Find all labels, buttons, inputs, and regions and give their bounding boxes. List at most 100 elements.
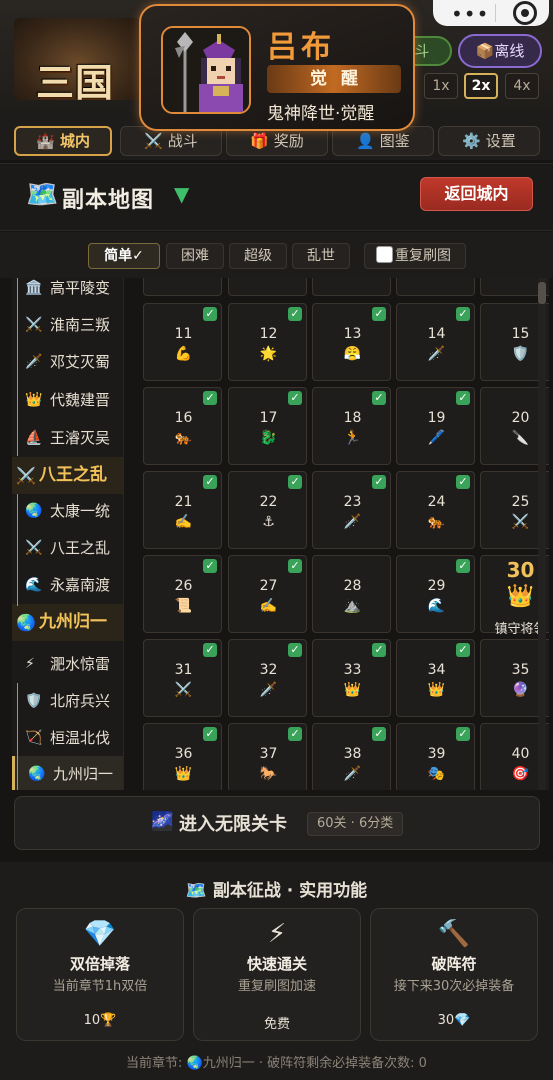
- chapter-icon: 🌏: [16, 613, 36, 632]
- speed-4x-button[interactable]: 4x: [505, 73, 539, 99]
- stage-cell[interactable]: 36 👑 ✓: [143, 723, 222, 790]
- miniprogram-capsule: •••: [433, 0, 549, 26]
- difficulty-super[interactable]: 超级: [229, 243, 287, 269]
- repeat-checkbox[interactable]: [376, 246, 393, 263]
- stage-cell[interactable]: 11 💪 ✓: [143, 303, 222, 381]
- stage-cell[interactable]: 27 ✍️ ✓: [228, 555, 307, 633]
- sidebar-chapter-item[interactable]: 🌏 太康一统: [12, 493, 123, 530]
- stage-cell[interactable]: 14 🗡️ ✓: [396, 303, 475, 381]
- grid-scroll-thumb[interactable]: [538, 282, 546, 304]
- more-icon[interactable]: •••: [451, 2, 489, 26]
- stage-cell[interactable]: 26 📜 ✓: [143, 555, 222, 633]
- chevron-down-icon[interactable]: ▼: [174, 182, 189, 206]
- stage-icon: 📜: [174, 598, 193, 614]
- tab-city[interactable]: 🏰 城内: [14, 126, 112, 156]
- stage-cell[interactable]: 21 ✍️ ✓: [143, 471, 222, 549]
- stage-icon: 🐉: [259, 430, 278, 446]
- difficulty-chaos[interactable]: 乱世: [292, 243, 350, 269]
- stage-cell[interactable]: 22 ⚓ ✓: [228, 471, 307, 549]
- endless-mode-button[interactable]: 🌌 进入无限关卡 60关 · 6分类: [14, 796, 540, 850]
- speed-1x-button[interactable]: 1x: [424, 73, 458, 99]
- hero-profile-card[interactable]: 吕布 觉醒 鬼神降世·觉醒: [139, 4, 415, 131]
- stage-number: 33: [343, 662, 362, 678]
- stage-number: 38: [343, 746, 362, 762]
- stage-grid: 11 💪 ✓ 12 🌟 ✓ 13 😤 ✓ 14 🗡️ ✓ 15 🛡️ 16 🐅 ✓ 17 🐉 ✓ 18 🏃 ✓ 19 🖊️ ✓ 20…: [124, 278, 549, 790]
- chapter-icon: 🌏: [25, 503, 43, 519]
- chapter-label: 永嘉南渡: [50, 576, 111, 594]
- chapter-icon: 🌊: [25, 577, 43, 593]
- stage-cell[interactable]: 31 ⚔️ ✓: [143, 639, 222, 717]
- sidebar-chapter-item[interactable]: 🛡️ 北府兵兴: [12, 683, 123, 720]
- quick-clear-card[interactable]: ⚡ 快速通关 重复刷图加速 免费: [193, 908, 361, 1041]
- tab-rewards-label: 奖励: [273, 132, 304, 150]
- offline-button[interactable]: 📦离线: [458, 34, 542, 68]
- stage-cell[interactable]: 24 🐅 ✓: [396, 471, 475, 549]
- sidebar-chapter-item[interactable]: 👑 代魏建晋: [12, 382, 123, 419]
- sidebar-chapter-item[interactable]: ⚔️ 八王之乱: [12, 530, 123, 567]
- double-drop-card[interactable]: 💎 双倍掉落 当前章节1h双倍 10🏆: [16, 908, 184, 1041]
- stage-number: 21: [174, 494, 193, 510]
- stage-icon: 🐎: [259, 766, 278, 782]
- sidebar-group-header[interactable]: 🌏 九州归一: [12, 604, 123, 641]
- sidebar-chapter-item[interactable]: 🏹 桓温北伐: [12, 720, 123, 757]
- chapter-label: 淝水惊雷: [50, 655, 111, 673]
- back-to-city-button[interactable]: 返回城内: [420, 177, 533, 211]
- stage-cell[interactable]: 28 ⛰️: [312, 555, 391, 633]
- sidebar-chapter-item[interactable]: ⚔️ 淮南三叛: [12, 307, 123, 344]
- stage-cell[interactable]: 38 🗡️ ✓: [312, 723, 391, 790]
- stage-icon: ✍️: [259, 598, 278, 614]
- stage-cell-partial[interactable]: [312, 278, 391, 296]
- stage-number: 11: [174, 326, 193, 342]
- stage-cell[interactable]: 23 🗡️ ✓: [312, 471, 391, 549]
- stage-cell-partial[interactable]: [143, 278, 222, 296]
- sidebar-chapter-item[interactable]: 🌏 九州归一: [12, 756, 123, 790]
- chapter-label: 八王之乱: [39, 465, 107, 485]
- sidebar-chapter-item[interactable]: 🗡️ 邓艾灭蜀: [12, 344, 123, 381]
- lubu-portrait-icon: [163, 28, 249, 112]
- gift-icon: 🎁: [250, 132, 269, 150]
- close-circle-icon[interactable]: [513, 1, 537, 25]
- sidebar-chapter-item[interactable]: 🏛️ 高平陵变: [12, 278, 123, 307]
- check-icon: ✓: [288, 391, 302, 405]
- stage-cell-partial[interactable]: [396, 278, 475, 296]
- sidebar-chapter-item[interactable]: ⚡ 淝水惊雷: [12, 646, 123, 683]
- stage-icon: 💪: [174, 346, 193, 362]
- gear-icon: ⚙️: [462, 132, 481, 150]
- chapter-label: 八王之乱: [50, 539, 111, 557]
- stage-cell[interactable]: 17 🐉 ✓: [228, 387, 307, 465]
- sidebar-chapter-item[interactable]: ⛵ 王濬灭吴: [12, 420, 123, 457]
- stage-cell[interactable]: 33 👑 ✓: [312, 639, 391, 717]
- stage-cell[interactable]: 12 🌟 ✓: [228, 303, 307, 381]
- tree-connector: [17, 278, 18, 456]
- stage-cell[interactable]: 13 😤 ✓: [312, 303, 391, 381]
- stage-icon: ⚓: [262, 514, 275, 530]
- speed-2x-button[interactable]: 2x: [464, 73, 498, 99]
- hero-name: 吕布: [267, 30, 335, 65]
- tab-settings[interactable]: ⚙️ 设置: [438, 126, 540, 156]
- difficulty-easy[interactable]: 简单✓: [88, 243, 160, 269]
- stage-cell[interactable]: 37 🐎 ✓: [228, 723, 307, 790]
- stage-cell[interactable]: 39 🎭 ✓: [396, 723, 475, 790]
- chapter-sidebar[interactable]: 🏛️ 高平陵变 ⚔️ 淮南三叛 🗡️ 邓艾灭蜀 👑 代魏建晋 ⛵ 王濬灭吴 ⚔️ 八王之乱 🌏 太康一统 ⚔…: [12, 278, 124, 790]
- person-icon: 👤: [356, 132, 375, 150]
- grid-scrollbar[interactable]: [538, 278, 546, 790]
- tab-settings-label: 设置: [485, 132, 516, 150]
- chapter-label: 太康一统: [50, 502, 111, 520]
- stage-cell[interactable]: 19 🖊️ ✓: [396, 387, 475, 465]
- stage-cell-partial[interactable]: [228, 278, 307, 296]
- sidebar-group-header[interactable]: ⚔️ 八王之乱: [12, 457, 123, 494]
- castle-icon: 🏰: [36, 132, 55, 150]
- stage-number: 36: [174, 746, 193, 762]
- stage-cell[interactable]: 29 🌊 ✓: [396, 555, 475, 633]
- sidebar-chapter-item[interactable]: 🌊 永嘉南渡: [12, 567, 123, 604]
- game-logo: 三国群: [14, 18, 142, 100]
- stage-cell[interactable]: 18 🏃 ✓: [312, 387, 391, 465]
- stage-cell[interactable]: 16 🐅 ✓: [143, 387, 222, 465]
- stage-cell[interactable]: 32 🗡️ ✓: [228, 639, 307, 717]
- check-icon: ✓: [456, 307, 470, 321]
- difficulty-hard[interactable]: 困难: [166, 243, 224, 269]
- features-panel: 🗺️ 副本征战 · 实用功能 💎 双倍掉落 当前章节1h双倍 10🏆 ⚡ 快速通…: [0, 862, 553, 1080]
- chapter-label: 邓艾灭蜀: [50, 353, 111, 371]
- formation-breaker-card[interactable]: 🔨 破阵符 接下来30次必掉装备 30💎: [370, 908, 538, 1041]
- stage-cell[interactable]: 34 👑 ✓: [396, 639, 475, 717]
